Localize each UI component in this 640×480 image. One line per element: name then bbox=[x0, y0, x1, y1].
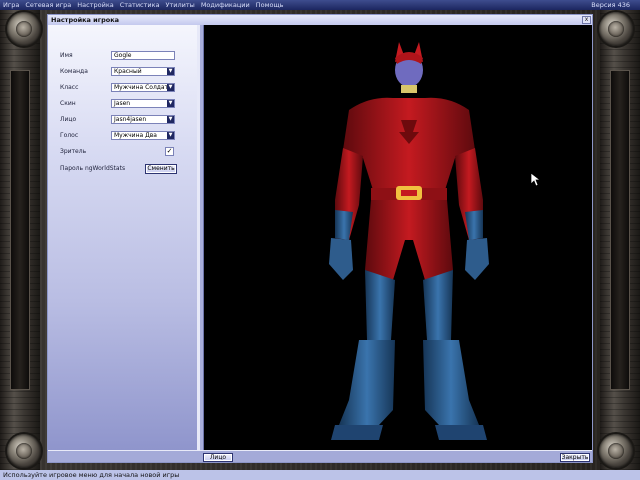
close-x-icon[interactable]: x bbox=[582, 16, 591, 24]
left-pillar bbox=[0, 10, 40, 470]
settings-panel: Имя Gogle Команда Красный ▼ Класс Мужчин… bbox=[48, 25, 200, 450]
face-value: Jasn4jasen bbox=[114, 116, 147, 123]
skin-label: Скин bbox=[60, 100, 76, 107]
voice-label: Голос bbox=[60, 132, 79, 139]
team-label: Команда bbox=[60, 68, 88, 75]
change-button[interactable]: Сменить bbox=[145, 164, 177, 174]
menu-bar: Игра Сетевая игра Настройка Статистика У… bbox=[0, 0, 640, 10]
class-value: Мужчина Солдат bbox=[114, 84, 169, 91]
class-row: Класс Мужчина Солдат ▼ bbox=[60, 83, 190, 93]
bolt-icon bbox=[7, 434, 41, 468]
menu-item-settings[interactable]: Настройка bbox=[74, 0, 116, 10]
status-bar: Используйте игровое меню для начала ново… bbox=[0, 470, 640, 480]
menu-item-mods[interactable]: Модификации bbox=[198, 0, 253, 10]
voice-row: Голос Мужчина Два ▼ bbox=[60, 131, 190, 141]
class-label: Класс bbox=[60, 84, 79, 91]
player-setup-dialog: Настройка игрока x Имя Gogle Команда Кра… bbox=[47, 14, 593, 463]
chevron-down-icon[interactable]: ▼ bbox=[167, 84, 174, 91]
model-preview bbox=[203, 25, 592, 450]
bolt-icon bbox=[599, 12, 633, 46]
face-tab[interactable]: Лицо bbox=[203, 453, 233, 462]
spectator-label: Зритель bbox=[60, 148, 87, 155]
face-label: Лицо bbox=[60, 116, 77, 123]
menu-item-utilities[interactable]: Утилиты bbox=[163, 0, 198, 10]
menu-item-network-game[interactable]: Сетевая игра bbox=[22, 0, 74, 10]
bolt-icon bbox=[599, 434, 633, 468]
chevron-down-icon[interactable]: ▼ bbox=[167, 68, 174, 75]
name-input[interactable]: Gogle bbox=[111, 51, 175, 60]
menu-item-statistics[interactable]: Статистика bbox=[117, 0, 163, 10]
version-label: Версия 436 bbox=[591, 1, 630, 9]
spectator-checkbox[interactable]: ✓ bbox=[165, 147, 174, 156]
team-value: Красный bbox=[114, 68, 142, 75]
voice-select[interactable]: Мужчина Два ▼ bbox=[111, 131, 175, 140]
face-select[interactable]: Jasn4jasen ▼ bbox=[111, 115, 175, 124]
spectator-row: Зритель ✓ bbox=[60, 147, 190, 157]
menu-item-game[interactable]: Игра bbox=[0, 0, 22, 10]
player-model-image bbox=[329, 42, 489, 440]
voice-value: Мужчина Два bbox=[114, 132, 157, 139]
name-label: Имя bbox=[60, 52, 73, 59]
dialog-bottom-strip: Лицо Закрыть bbox=[48, 450, 592, 462]
password-label: Пароль ngWorldStats bbox=[60, 165, 126, 172]
chevron-down-icon[interactable]: ▼ bbox=[167, 132, 174, 139]
chevron-down-icon[interactable]: ▼ bbox=[167, 100, 174, 107]
dialog-title: Настройка игрока bbox=[48, 15, 592, 25]
right-pillar bbox=[600, 10, 640, 470]
bolt-icon bbox=[7, 12, 41, 46]
class-select[interactable]: Мужчина Солдат ▼ bbox=[111, 83, 175, 92]
chevron-down-icon[interactable]: ▼ bbox=[167, 116, 174, 123]
menu-item-help[interactable]: Помощь bbox=[253, 0, 287, 10]
skin-row: Скин Jasen ▼ bbox=[60, 99, 190, 109]
face-row: Лицо Jasn4jasen ▼ bbox=[60, 115, 190, 125]
name-row: Имя Gogle bbox=[60, 51, 190, 61]
skin-select[interactable]: Jasen ▼ bbox=[111, 99, 175, 108]
close-button[interactable]: Закрыть bbox=[560, 453, 590, 462]
team-select[interactable]: Красный ▼ bbox=[111, 67, 175, 76]
skin-value: Jasen bbox=[114, 100, 131, 107]
team-row: Команда Красный ▼ bbox=[60, 67, 190, 77]
mouse-cursor-icon bbox=[531, 173, 541, 187]
